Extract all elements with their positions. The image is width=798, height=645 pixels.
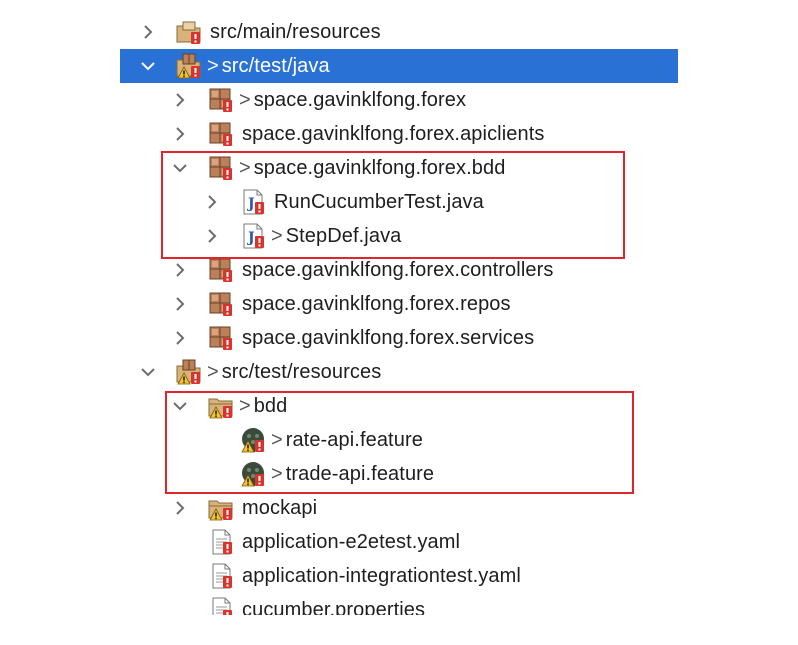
tree-row[interactable]: > space.gavinklfong.forex [120, 83, 678, 117]
git-dirty-marker: > [207, 54, 219, 77]
tree-row-label: space.gavinklfong.forex.repos [242, 292, 511, 315]
tree-row-label: space.gavinklfong.forex.apiclients [242, 122, 545, 145]
git-dirty-marker: > [207, 360, 219, 383]
tree-row-label: space.gavinklfong.forex.controllers [242, 258, 554, 281]
package-icon [206, 323, 236, 353]
tree-row[interactable]: > src/test/java [120, 49, 678, 83]
tree-row[interactable]: space.gavinklfong.forex.services [120, 321, 678, 355]
highlight-box-bdd-resources [165, 391, 634, 494]
chevron-right-icon[interactable] [172, 126, 188, 142]
tree-row[interactable]: space.gavinklfong.forex.repos [120, 287, 678, 321]
package-icon [206, 255, 236, 285]
highlight-box-bdd-package [161, 151, 625, 259]
folder-resources-icon [174, 17, 204, 47]
tree-row[interactable]: cucumber.properties [120, 593, 678, 615]
chevron-right-icon[interactable] [172, 262, 188, 278]
package-icon [206, 289, 236, 319]
chevron-right-icon[interactable] [172, 330, 188, 346]
folder-icon [206, 493, 236, 523]
tree-row-label: src/main/resources [210, 20, 381, 43]
tree-row[interactable]: application-e2etest.yaml [120, 525, 678, 559]
tree-row[interactable]: application-integrationtest.yaml [120, 559, 678, 593]
text-file-icon [206, 561, 236, 591]
git-dirty-marker: > [239, 88, 251, 111]
chevron-right-icon[interactable] [172, 296, 188, 312]
tree-row[interactable]: mockapi [120, 491, 678, 525]
tree-row-label: src/test/java [221, 54, 330, 77]
source-folder-icon [174, 51, 204, 81]
tree-row-label: space.gavinklfong.forex.services [242, 326, 535, 349]
source-folder-icon [174, 357, 204, 387]
tree-row-label: space.gavinklfong.forex [253, 88, 467, 111]
tree-row-label: mockapi [242, 496, 318, 519]
chevron-down-icon[interactable] [140, 58, 156, 74]
text-file-icon [206, 527, 236, 557]
tree-row[interactable]: src/main/resources [120, 15, 678, 49]
text-file-icon [206, 595, 236, 615]
tree-row[interactable]: space.gavinklfong.forex.apiclients [120, 117, 678, 151]
tree-row-label: application-e2etest.yaml [242, 530, 461, 553]
tree-row-label: src/test/resources [221, 360, 382, 383]
tree-row-label: cucumber.properties [242, 598, 426, 616]
chevron-right-icon[interactable] [172, 92, 188, 108]
chevron-down-icon[interactable] [140, 364, 156, 380]
chevron-right-icon[interactable] [140, 24, 156, 40]
package-icon [206, 119, 236, 149]
tree-row[interactable]: > src/test/resources [120, 355, 678, 389]
project-explorer-tree: src/main/resources > src/test/java > space.g… [0, 0, 798, 615]
chevron-right-icon[interactable] [172, 500, 188, 516]
package-icon [206, 85, 236, 115]
tree-row-label: application-integrationtest.yaml [242, 564, 521, 587]
